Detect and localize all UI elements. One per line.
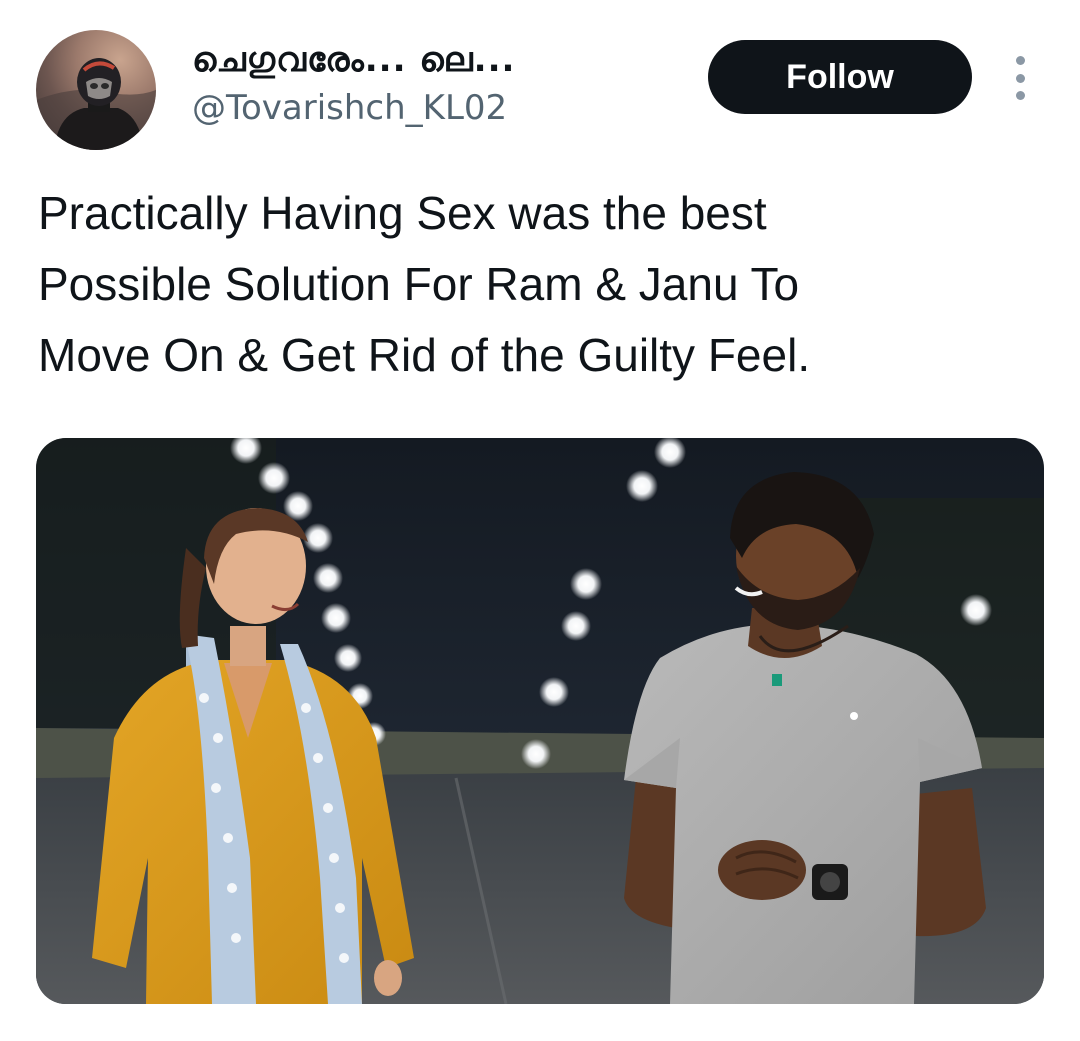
more-dot xyxy=(1015,91,1025,100)
author-handle[interactable]: @Tovarishch_KL02 xyxy=(192,88,507,128)
more-options-icon[interactable] xyxy=(1008,56,1032,100)
more-dot xyxy=(1015,56,1025,65)
more-dot xyxy=(1015,73,1025,83)
tweet-text-line: Practically Having Sex was the best xyxy=(38,187,767,239)
follow-button[interactable]: Follow xyxy=(708,40,972,114)
tweet-media-photo[interactable] xyxy=(36,438,1044,1004)
author-avatar[interactable] xyxy=(36,30,156,150)
tweet-text-line: Move On & Get Rid of the Guilty Feel. xyxy=(38,329,811,381)
tweet-text-line: Possible Solution For Ram & Janu To xyxy=(38,258,800,310)
tweet-text: Practically Having Sex was the best Poss… xyxy=(38,178,1048,391)
tweet-card: ചെഗുവരേം... ലെ... @Tovarishch_KL02 Follo… xyxy=(0,0,1080,1041)
helmet-rider-icon xyxy=(36,58,156,150)
photo-night-street-scene xyxy=(36,438,1044,1004)
author-display-name[interactable]: ചെഗുവരേം... ലെ... xyxy=(192,40,515,80)
